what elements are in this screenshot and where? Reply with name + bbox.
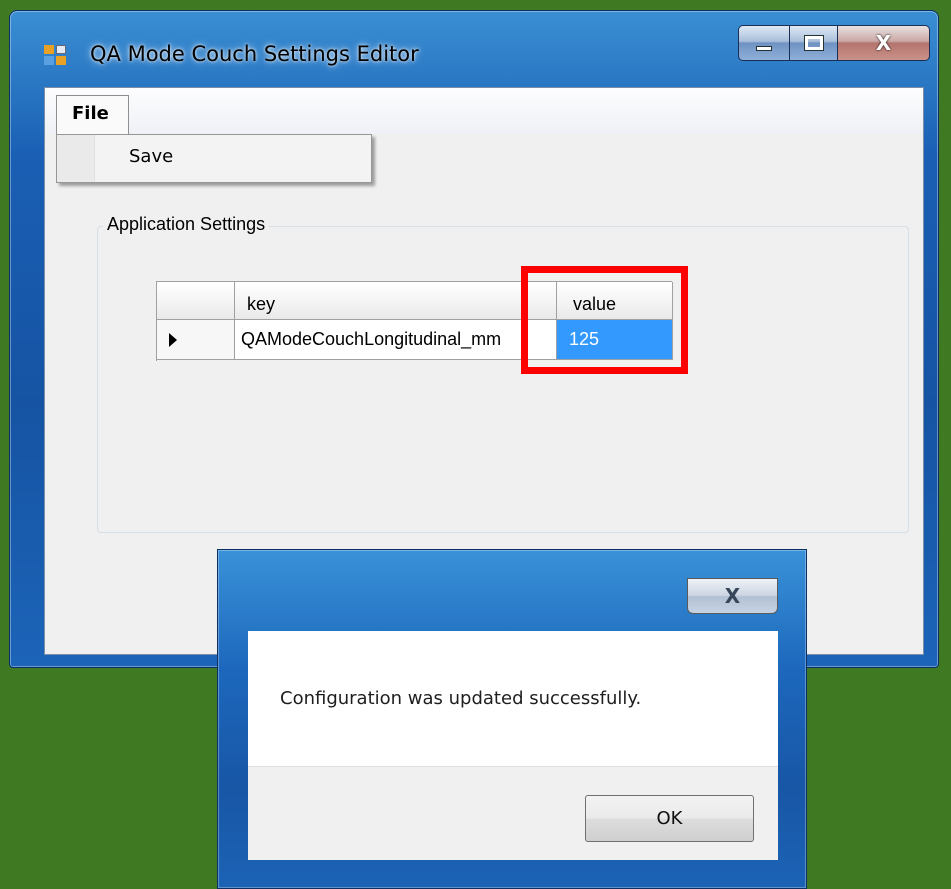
window-title: QA Mode Couch Settings Editor: [90, 42, 419, 66]
current-row-arrow-icon: [169, 332, 177, 347]
cell-key[interactable]: QAModeCouchLongitudinal_mm: [235, 320, 557, 360]
menu-bar: File: [45, 88, 923, 135]
grid-corner-header[interactable]: [157, 282, 235, 320]
dialog-close-button[interactable]: X: [687, 578, 778, 614]
highlight-annotation: [521, 266, 688, 374]
maximize-icon: [803, 35, 824, 51]
dialog-body: Configuration was updated successfully.: [248, 631, 778, 766]
caption-buttons: X: [738, 25, 930, 61]
menu-file[interactable]: File: [56, 95, 129, 135]
ok-button[interactable]: OK: [585, 795, 754, 842]
group-label: Application Settings: [103, 214, 270, 235]
minimize-button[interactable]: [738, 25, 790, 61]
row-header[interactable]: [157, 320, 235, 360]
menu-gutter: [57, 135, 95, 182]
message-dialog: X Configuration was updated successfully…: [217, 549, 807, 889]
close-button[interactable]: X: [838, 25, 930, 61]
app-form-icon: [44, 45, 66, 65]
title-bar[interactable]: QA Mode Couch Settings Editor X: [10, 11, 938, 83]
minimize-icon: [756, 45, 772, 51]
maximize-button[interactable]: [790, 25, 838, 61]
dialog-footer: OK: [248, 766, 778, 860]
file-dropdown-menu: Save: [56, 134, 372, 183]
application-settings-group: [97, 226, 909, 533]
column-header-key[interactable]: key: [235, 282, 557, 320]
menu-item-save[interactable]: Save: [129, 146, 173, 167]
dialog-message: Configuration was updated successfully.: [280, 688, 642, 709]
close-icon: X: [875, 31, 892, 55]
close-icon: X: [724, 584, 741, 608]
